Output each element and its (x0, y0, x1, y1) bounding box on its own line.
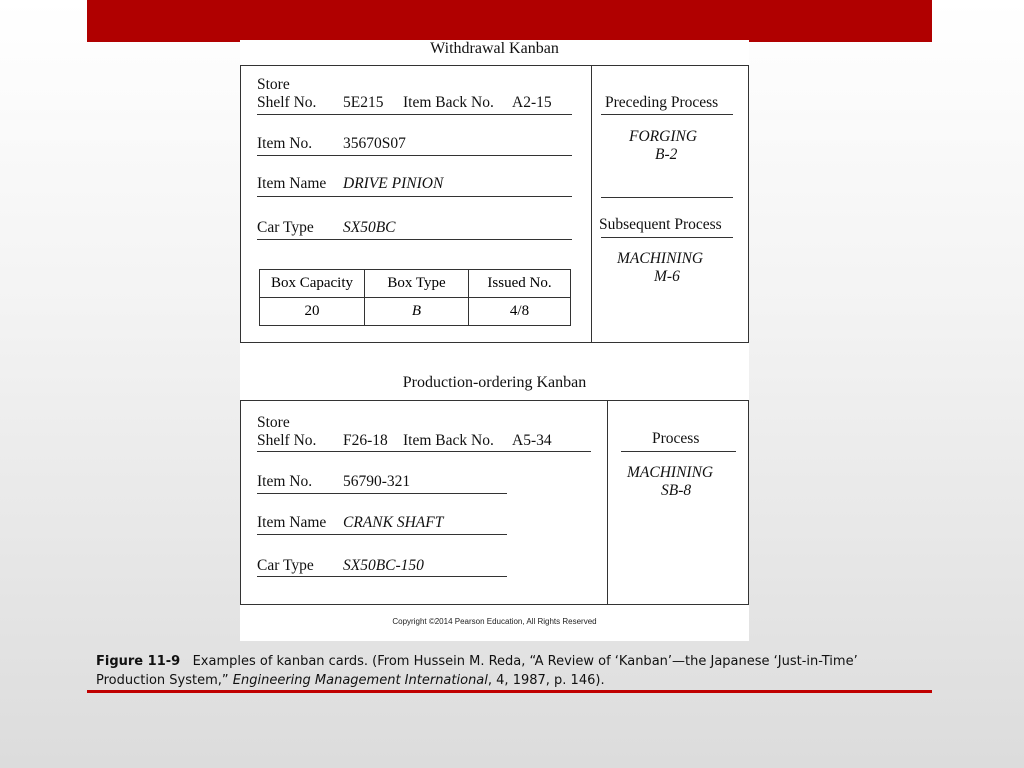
shelf-value: 5E215 (343, 94, 384, 111)
subsequent-process-value: MACHINING (617, 250, 704, 267)
process-label: Process (652, 430, 700, 447)
item-back-label: Item Back No. (403, 94, 494, 111)
production-kanban-title: Production-ordering Kanban (402, 374, 587, 391)
item-name-label: Item Name (257, 175, 327, 192)
process-value: MACHINING (627, 464, 714, 481)
caption-text-part2: , 4, 1987, p. 146). (487, 673, 605, 688)
box-type-value: B (364, 297, 469, 326)
process-code: SB-8 (661, 482, 692, 499)
item-name-label: Item Name (257, 514, 327, 531)
item-no-label: Item No. (257, 473, 313, 490)
item-name-value: CRANK SHAFT (343, 514, 444, 531)
caption-journal: Engineering Management International (232, 673, 488, 688)
figure-caption: Figure 11-9 Examples of kanban cards. (F… (96, 652, 926, 690)
shelf-label: Shelf No. (257, 94, 317, 111)
item-back-value: A2-15 (512, 94, 552, 111)
production-kanban-card: Store Shelf No. F26-18 Item Back No. A5-… (240, 400, 749, 605)
subsequent-process-label: Subsequent Process (599, 216, 722, 233)
shelf-value: F26-18 (343, 432, 388, 449)
car-type-label: Car Type (257, 219, 314, 236)
figure-label: Figure 11-9 (96, 654, 181, 669)
withdrawal-kanban-title: Withdrawal Kanban (430, 40, 559, 57)
box-info-table: Box Capacity Box Type Issued No. 20 B 4/… (259, 269, 571, 326)
card-divider (591, 66, 592, 342)
shelf-label: Shelf No. (257, 432, 317, 449)
copyright-notice: Copyright ©2014 Pearson Education, All R… (392, 617, 597, 626)
withdrawal-kanban-card: Store Shelf No. 5E215 Item Back No. A2-1… (240, 65, 749, 343)
preceding-process-code: B-2 (655, 146, 678, 163)
item-no-value: 35670S07 (343, 135, 406, 152)
bottom-accent-bar (87, 690, 932, 693)
item-name-value: DRIVE PINION (343, 175, 444, 192)
issued-no-header: Issued No. (468, 269, 571, 298)
subsequent-process-code: M-6 (654, 268, 680, 285)
item-back-value: A5-34 (512, 432, 552, 449)
kanban-figure: Withdrawal Kanban Store Shelf No. 5E215 … (240, 40, 749, 641)
car-type-value: SX50BC (343, 219, 396, 236)
item-back-label: Item Back No. (403, 432, 494, 449)
issued-no-value: 4/8 (468, 297, 571, 326)
store-label: Store (257, 414, 290, 431)
top-accent-bar (87, 0, 932, 42)
preceding-process-value: FORGING (629, 128, 698, 145)
item-no-label: Item No. (257, 135, 313, 152)
card-divider (607, 401, 608, 604)
box-type-header: Box Type (364, 269, 469, 298)
car-type-value: SX50BC-150 (343, 557, 424, 574)
item-no-value: 56790-321 (343, 473, 411, 490)
box-capacity-header: Box Capacity (259, 269, 365, 298)
store-label: Store (257, 76, 290, 93)
preceding-process-label: Preceding Process (605, 94, 719, 111)
box-capacity-value: 20 (259, 297, 365, 326)
car-type-label: Car Type (257, 557, 314, 574)
